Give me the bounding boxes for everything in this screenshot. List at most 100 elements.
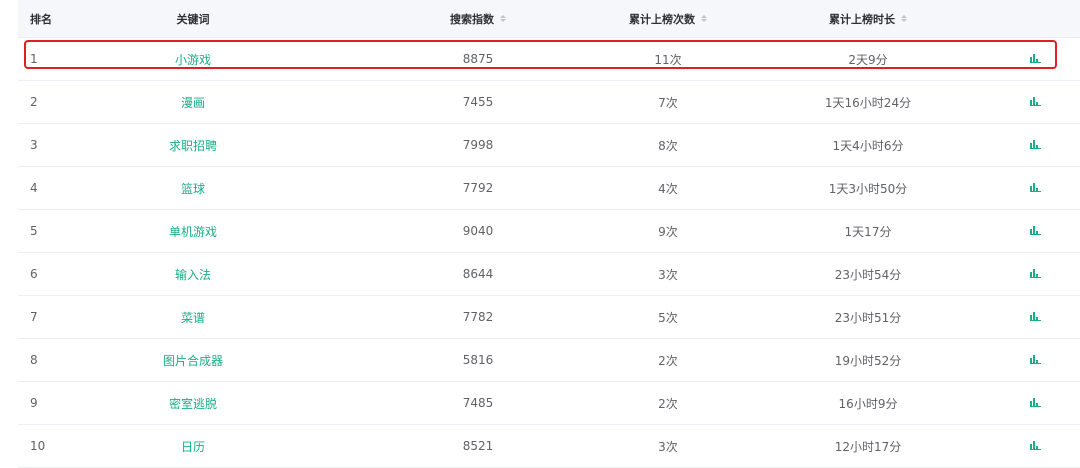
table-header-row: 排名 关键词 搜索指数 累计上榜次数 累计上榜时长 (18, 0, 1080, 38)
sort-caret-icon[interactable] (701, 15, 707, 22)
table-row: 2 漫画 7455 7次 1天16小时24分 (18, 81, 1080, 124)
rank-value: 3 (30, 138, 38, 152)
header-keyword-label: 关键词 (176, 12, 210, 26)
duration-on-list-cell: 1天3小时50分 (798, 167, 938, 209)
bar-chart-icon[interactable] (1029, 52, 1041, 66)
keyword-link[interactable]: 日历 (181, 438, 205, 455)
search-index-cell: 7998 (408, 124, 548, 166)
duration-on-list-cell: 2天9分 (798, 38, 938, 80)
header-rank: 排名 (30, 0, 90, 37)
bar-chart-icon[interactable] (1029, 138, 1041, 152)
keyword-link[interactable]: 单机游戏 (169, 223, 217, 240)
keyword-ranking-table: 排名 关键词 搜索指数 累计上榜次数 累计上榜时长 1 小游戏 8875 11次 (18, 0, 1080, 468)
times-on-list-cell: 5次 (598, 296, 738, 338)
header-duration-on-list[interactable]: 累计上榜时长 (798, 0, 938, 37)
keyword-link[interactable]: 输入法 (175, 266, 211, 283)
header-times-on-list-label: 累计上榜次数 (629, 12, 695, 26)
rank-cell: 8 (30, 339, 90, 381)
times-on-list-value: 8次 (658, 138, 678, 153)
times-on-list-value: 3次 (658, 267, 678, 282)
search-index-cell: 7792 (408, 167, 548, 209)
search-index-value: 7782 (462, 310, 494, 324)
table-row: 6 输入法 8644 3次 23小时54分 (18, 253, 1080, 296)
bar-chart-icon[interactable] (1029, 267, 1041, 281)
times-on-list-value: 5次 (658, 310, 678, 325)
trend-cell (1020, 210, 1050, 252)
duration-on-list-value: 23小时54分 (834, 267, 902, 282)
search-index-value: 5816 (462, 353, 494, 367)
search-index-value: 7998 (462, 138, 494, 152)
duration-on-list-value: 12小时17分 (834, 439, 902, 454)
times-on-list-cell: 3次 (598, 253, 738, 295)
rank-cell: 7 (30, 296, 90, 338)
duration-on-list-cell: 19小时52分 (798, 339, 938, 381)
bar-chart-icon[interactable] (1029, 310, 1041, 324)
bar-chart-icon[interactable] (1029, 396, 1041, 410)
header-search-index-label: 搜索指数 (450, 12, 494, 26)
table-row: 4 篮球 7792 4次 1天3小时50分 (18, 167, 1080, 210)
duration-on-list-cell: 1天16小时24分 (798, 81, 938, 123)
trend-cell (1020, 296, 1050, 338)
search-index-cell: 8644 (408, 253, 548, 295)
keyword-link[interactable]: 密室逃脱 (169, 395, 217, 412)
table-row: 3 求职招聘 7998 8次 1天4小时6分 (18, 124, 1080, 167)
keyword-cell: 图片合成器 (113, 339, 273, 381)
rank-value: 10 (30, 439, 46, 453)
keyword-cell: 单机游戏 (113, 210, 273, 252)
keyword-cell: 求职招聘 (113, 124, 273, 166)
trend-cell (1020, 38, 1050, 80)
bar-chart-icon[interactable] (1029, 181, 1041, 195)
rank-value: 1 (30, 52, 38, 66)
header-times-on-list[interactable]: 累计上榜次数 (598, 0, 738, 37)
times-on-list-value: 4次 (658, 181, 678, 196)
search-index-value: 8644 (462, 267, 494, 281)
search-index-cell: 5816 (408, 339, 548, 381)
search-index-value: 7485 (462, 396, 494, 410)
keyword-link[interactable]: 菜谱 (181, 309, 205, 326)
table-row: 5 单机游戏 9040 9次 1天17分 (18, 210, 1080, 253)
rank-cell: 1 (30, 38, 90, 80)
times-on-list-cell: 8次 (598, 124, 738, 166)
rank-cell: 6 (30, 253, 90, 295)
keyword-link[interactable]: 漫画 (181, 94, 205, 111)
search-index-cell: 8875 (408, 38, 548, 80)
bar-chart-icon[interactable] (1029, 439, 1041, 453)
duration-on-list-cell: 23小时51分 (798, 296, 938, 338)
sort-caret-icon[interactable] (500, 15, 506, 22)
keyword-link[interactable]: 求职招聘 (169, 137, 217, 154)
keyword-link[interactable]: 小游戏 (175, 51, 211, 68)
duration-on-list-cell: 1天4小时6分 (798, 124, 938, 166)
search-index-value: 8521 (462, 439, 494, 453)
bar-chart-icon[interactable] (1029, 353, 1041, 367)
keyword-link[interactable]: 图片合成器 (163, 352, 223, 369)
header-rank-label: 排名 (30, 12, 52, 26)
times-on-list-value: 11次 (654, 52, 682, 67)
rank-value: 9 (30, 396, 38, 410)
trend-cell (1020, 81, 1050, 123)
sort-caret-icon[interactable] (901, 15, 907, 22)
rank-value: 5 (30, 224, 38, 238)
rank-value: 2 (30, 95, 38, 109)
search-index-value: 8875 (462, 52, 494, 66)
times-on-list-value: 2次 (658, 353, 678, 368)
bar-chart-icon[interactable] (1029, 224, 1041, 238)
trend-cell (1020, 253, 1050, 295)
search-index-cell: 7485 (408, 382, 548, 424)
rank-cell: 9 (30, 382, 90, 424)
duration-on-list-value: 1天16小时24分 (824, 95, 912, 110)
duration-on-list-value: 1天3小时50分 (828, 181, 908, 196)
header-keyword: 关键词 (113, 0, 273, 37)
duration-on-list-value: 2天9分 (848, 52, 888, 67)
duration-on-list-value: 1天4小时6分 (832, 138, 904, 153)
header-search-index[interactable]: 搜索指数 (408, 0, 548, 37)
rank-value: 4 (30, 181, 38, 195)
bar-chart-icon[interactable] (1029, 95, 1041, 109)
times-on-list-value: 7次 (658, 95, 678, 110)
duration-on-list-cell: 1天17分 (798, 210, 938, 252)
keyword-link[interactable]: 篮球 (181, 180, 205, 197)
times-on-list-cell: 2次 (598, 339, 738, 381)
rank-cell: 4 (30, 167, 90, 209)
table-row: 9 密室逃脱 7485 2次 16小时9分 (18, 382, 1080, 425)
table-row: 10 日历 8521 3次 12小时17分 (18, 425, 1080, 468)
times-on-list-cell: 11次 (598, 38, 738, 80)
